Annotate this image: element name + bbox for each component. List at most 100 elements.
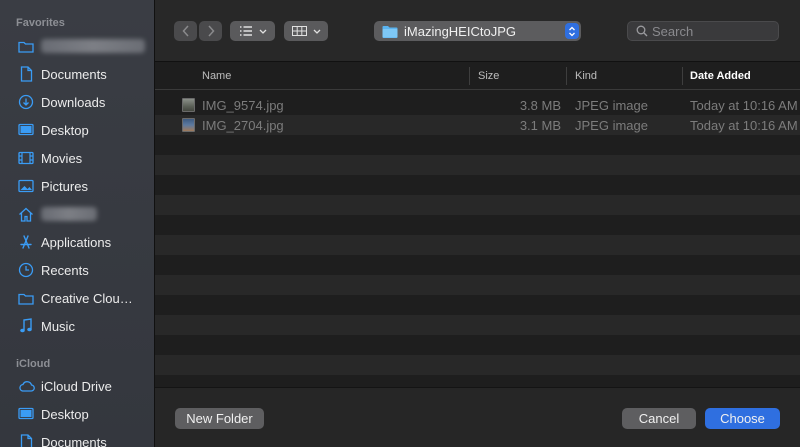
sidebar-item-downloads[interactable]: Downloads (8, 89, 148, 115)
empty-row (155, 335, 800, 355)
file-name: IMG_2704.jpg (202, 117, 284, 133)
film-icon (17, 149, 35, 167)
file-list: IMG_9574.jpg 3.8 MB JPEG image Today at … (155, 95, 800, 387)
sidebar-item-label: Desktop (41, 406, 89, 422)
sidebar-item-label: Applications (41, 234, 112, 250)
sidebar-item-applications[interactable]: Applications (8, 229, 148, 255)
empty-row (155, 235, 800, 255)
sidebar-item-label: Recents (41, 262, 89, 278)
empty-row (155, 155, 800, 175)
sidebar-item-desktop[interactable]: Desktop (8, 117, 148, 143)
table-row[interactable]: IMG_9574.jpg 3.8 MB JPEG image Today at … (155, 95, 800, 115)
sidebar-item-movies[interactable]: Movies (8, 145, 148, 171)
folder-icon (17, 289, 35, 307)
sidebar-item-label: Movies (41, 150, 83, 166)
sidebar-item-label: Downloads (41, 94, 106, 110)
column-header-kind[interactable]: Kind (575, 62, 597, 90)
sidebar-item-icloud-desktop[interactable]: Desktop (8, 401, 148, 427)
sidebar-item-creative-cloud[interactable]: Creative Cloud Files (8, 285, 148, 311)
music-icon (17, 317, 35, 335)
table-row[interactable]: IMG_2704.jpg 3.1 MB JPEG image Today at … (155, 115, 800, 135)
file-date-added: Today at 10:16 AM (690, 97, 798, 113)
sidebar-item-label: iCloud Drive (41, 378, 112, 394)
dialog-footer: New Folder Cancel Choose (155, 387, 800, 447)
location-label: iMazingHEICtoJPG (404, 23, 516, 39)
sidebar-item-label: Documents (41, 66, 107, 82)
column-header-size[interactable]: Size (478, 62, 499, 90)
main-panel: iMazingHEICtoJPG Name Size Kind Date Add… (155, 0, 800, 447)
sidebar: Favorites Documents Downloads Desktop Mo… (0, 0, 155, 447)
forward-button[interactable] (199, 21, 222, 41)
column-divider[interactable] (566, 67, 567, 85)
search-icon (636, 25, 648, 37)
file-size: 3.1 MB (519, 117, 561, 133)
search-input[interactable] (652, 23, 772, 39)
view-mode-button[interactable] (230, 21, 275, 41)
group-button[interactable] (284, 21, 328, 41)
sidebar-item-documents[interactable]: Documents (8, 61, 148, 87)
home-icon (17, 205, 35, 223)
sidebar-item-music[interactable]: Music (8, 313, 148, 339)
sidebar-item-label: Creative Cloud Files (41, 290, 137, 306)
back-button[interactable] (174, 21, 197, 41)
favorites-section-title: Favorites (16, 17, 65, 29)
search-field[interactable] (627, 21, 779, 41)
empty-row (155, 315, 800, 335)
file-date-added: Today at 10:16 AM (690, 117, 798, 133)
chevron-down-icon (259, 29, 266, 34)
sidebar-item-label: Desktop (41, 122, 89, 138)
photo-icon (17, 177, 35, 195)
file-kind: JPEG image (575, 97, 648, 113)
chevron-left-icon (181, 25, 189, 37)
grid-icon (291, 26, 307, 36)
empty-row (155, 295, 800, 315)
folder-icon (382, 25, 398, 38)
file-name: IMG_9574.jpg (202, 97, 284, 113)
folder-icon (17, 37, 35, 55)
empty-row (155, 375, 800, 387)
sidebar-item-label: Music (41, 318, 75, 334)
column-divider[interactable] (682, 67, 683, 85)
blurred-label (41, 39, 145, 53)
sidebar-item-icloud-documents[interactable]: Documents (8, 429, 148, 447)
empty-row (155, 275, 800, 295)
column-header-date-added[interactable]: Date Added (690, 62, 751, 90)
empty-row (155, 255, 800, 275)
sidebar-item-recents[interactable]: Recents (8, 257, 148, 283)
clock-icon (17, 261, 35, 279)
navigation-buttons (174, 21, 222, 41)
sidebar-item-icloud-drive[interactable]: iCloud Drive (8, 373, 148, 399)
empty-row (155, 215, 800, 235)
applications-icon (17, 233, 35, 251)
sidebar-item-pictures[interactable]: Pictures (8, 173, 148, 199)
chevron-down-icon (313, 29, 320, 34)
location-popup[interactable]: iMazingHEICtoJPG (374, 21, 581, 41)
empty-row (155, 135, 800, 155)
desktop-icon (17, 121, 35, 139)
empty-row (155, 195, 800, 215)
empty-row (155, 355, 800, 375)
document-icon (17, 433, 35, 447)
column-divider[interactable] (469, 67, 470, 85)
sidebar-item-user-folder[interactable] (8, 33, 148, 59)
cloud-icon (17, 377, 35, 395)
file-kind: JPEG image (575, 117, 648, 133)
document-icon (17, 65, 35, 83)
sidebar-item-home[interactable] (8, 201, 148, 227)
blurred-label (41, 207, 97, 221)
popup-stepper (565, 23, 579, 39)
list-view-icon (239, 26, 252, 36)
cancel-button[interactable]: Cancel (622, 408, 696, 429)
chevron-right-icon (207, 25, 215, 37)
image-thumbnail-icon (182, 118, 195, 132)
chevron-updown-icon (569, 26, 575, 36)
sidebar-item-label: Documents (41, 434, 107, 447)
image-thumbnail-icon (182, 98, 195, 112)
new-folder-button[interactable]: New Folder (175, 408, 264, 429)
toolbar: iMazingHEICtoJPG (155, 0, 800, 62)
download-icon (17, 93, 35, 111)
icloud-section-title: iCloud (16, 358, 51, 370)
empty-row (155, 175, 800, 195)
column-header-name[interactable]: Name (202, 62, 231, 90)
choose-button[interactable]: Choose (705, 408, 780, 429)
